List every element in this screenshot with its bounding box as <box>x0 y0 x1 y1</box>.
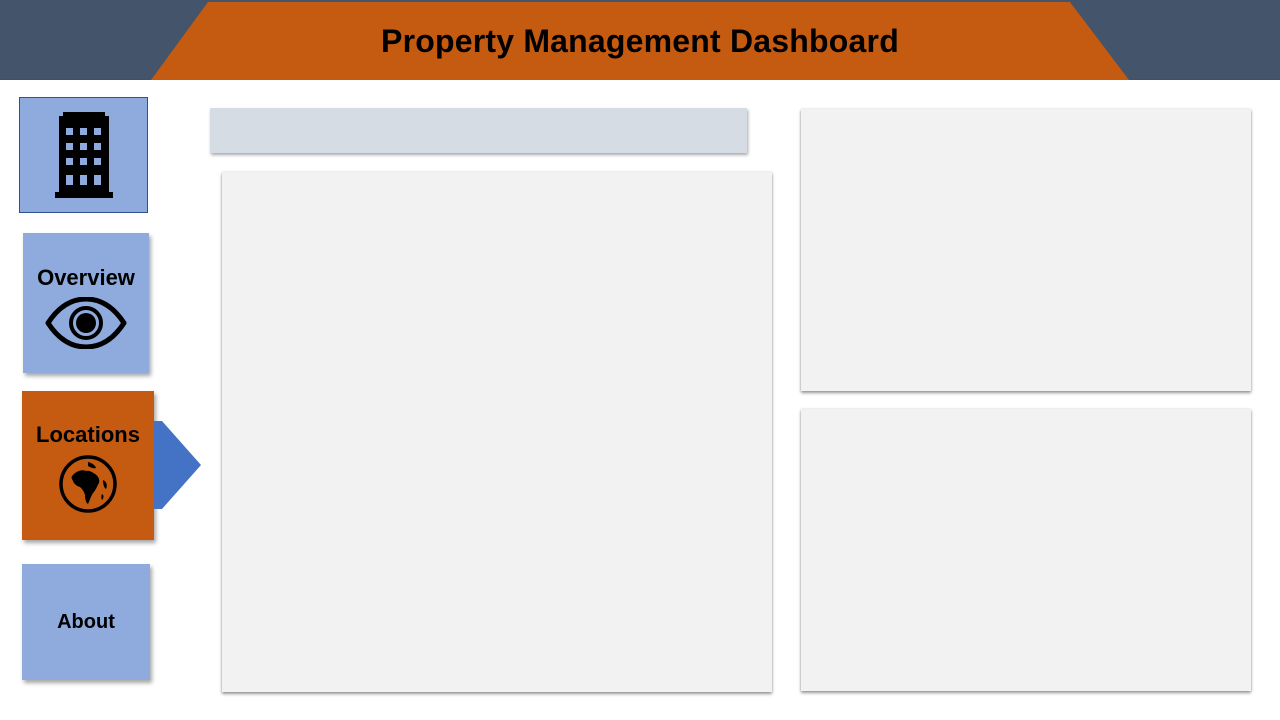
globe-africa-icon <box>59 454 117 513</box>
top-right-panel <box>801 109 1251 391</box>
main-visual-panel <box>222 172 772 692</box>
nav-tile-locations-label: Locations <box>36 421 140 447</box>
office-building-icon <box>54 112 113 198</box>
nav-tile-about-label: About <box>57 611 115 633</box>
eye-icon <box>45 297 127 349</box>
nav-tile-overview[interactable]: Overview <box>23 233 149 373</box>
bottom-right-panel <box>801 409 1251 691</box>
page-title: Property Management Dashboard <box>381 22 899 59</box>
header-bar: Property Management Dashboard <box>0 0 1280 80</box>
nav-tile-locations[interactable]: Locations <box>22 391 154 540</box>
filter-bar[interactable] <box>210 108 747 153</box>
logo-tile <box>19 97 148 213</box>
active-nav-pointer <box>154 421 201 509</box>
nav-tile-about[interactable]: About <box>22 564 150 680</box>
nav-tile-overview-label: Overview <box>37 265 135 290</box>
